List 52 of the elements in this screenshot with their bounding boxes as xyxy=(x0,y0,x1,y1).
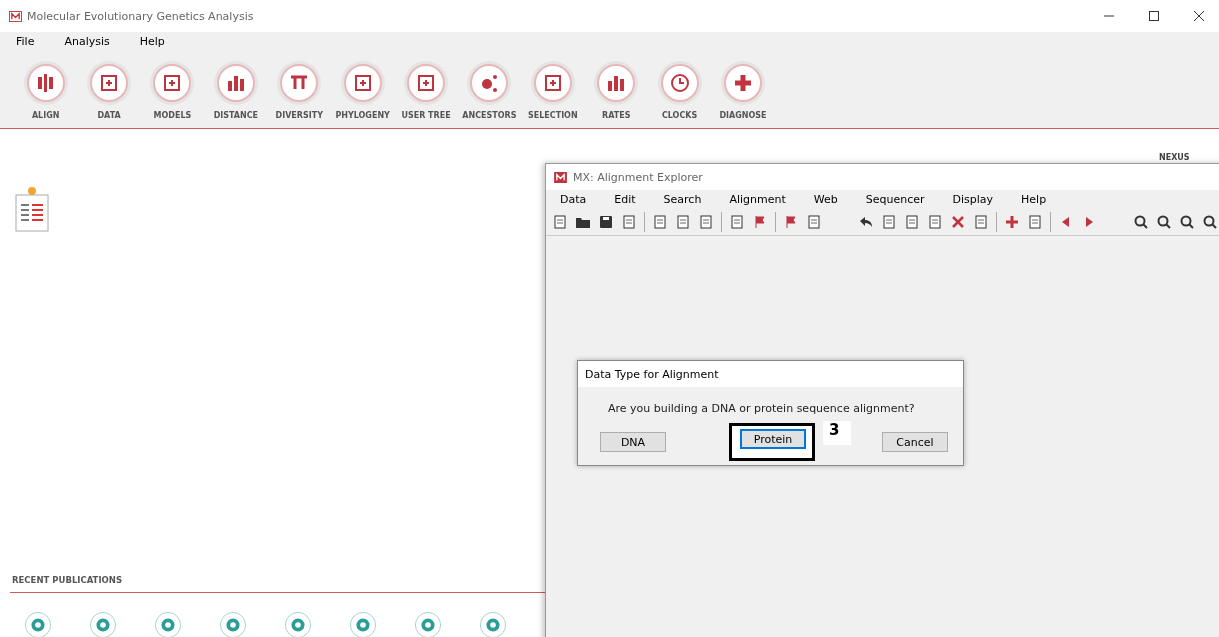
plus-icon xyxy=(720,60,766,106)
menu-item[interactable]: Alignment xyxy=(715,193,800,206)
menu-item[interactable]: Display xyxy=(938,193,1008,206)
search-icon[interactable] xyxy=(1133,214,1149,230)
toolbar-button[interactable]: PHYLOGENY xyxy=(330,60,395,120)
menu-item[interactable]: Data xyxy=(546,193,601,206)
dialog-button[interactable]: Protein xyxy=(740,429,806,449)
toolbar-button[interactable]: DISTANCE xyxy=(204,60,268,120)
step-number: 3 xyxy=(823,421,852,445)
clock-icon xyxy=(656,60,703,106)
toolbar-button[interactable]: RATES xyxy=(584,60,648,120)
dialog-message: Are you building a DNA or protein sequence alignment? xyxy=(607,402,916,415)
toolbar-button[interactable]: MODELS xyxy=(140,60,205,120)
nexus-label: NEXUS xyxy=(1159,153,1190,162)
toolbar-button[interactable]: ANCESTORS xyxy=(457,60,522,120)
toolbar-button[interactable]: ALIGN xyxy=(14,60,78,120)
bar-chart-icon xyxy=(593,60,640,106)
toolbar-button[interactable]: USER TREE xyxy=(394,60,458,120)
toolbar-button[interactable]: DIVERSITY xyxy=(267,60,331,120)
window-title: MX: Alignment Explorer xyxy=(573,170,703,184)
menu-item[interactable]: Web xyxy=(799,193,852,206)
close-icon[interactable] xyxy=(1193,10,1205,22)
menu-item[interactable]: Help xyxy=(1007,193,1061,206)
window-title: Molecular Evolutionary Genetics Analysis xyxy=(27,9,254,23)
dialog-button[interactable]: Cancel xyxy=(882,432,948,452)
flag-icon[interactable] xyxy=(783,214,799,230)
new-file-icon[interactable] xyxy=(552,214,568,230)
app-logo-icon xyxy=(9,10,22,22)
document-icon[interactable] xyxy=(652,214,668,230)
plus-icon[interactable] xyxy=(1004,214,1020,230)
pi-icon xyxy=(276,60,323,106)
menu-item[interactable]: Search xyxy=(649,193,716,206)
menu-item[interactable]: Sequencer xyxy=(851,193,939,206)
maximize-icon[interactable] xyxy=(1148,10,1160,22)
app-logo-icon xyxy=(554,171,567,183)
section-heading: RECENT PUBLICATIONS xyxy=(12,575,123,585)
menu-item[interactable]: Help xyxy=(139,34,165,48)
toolbar-button[interactable]: SELECTION xyxy=(521,60,585,120)
menu-item[interactable]: File xyxy=(16,34,35,48)
search-icon[interactable] xyxy=(1179,214,1195,230)
dialog-title: Data Type for Alignment xyxy=(585,367,719,381)
search-icon[interactable] xyxy=(1202,214,1218,230)
menu-item[interactable]: Analysis xyxy=(64,34,110,48)
toolbar-button[interactable]: DIAGNOSE xyxy=(711,60,775,120)
search-icon[interactable] xyxy=(1156,214,1172,230)
node-icon xyxy=(466,60,513,106)
toolbar-button[interactable]: CLOCKS xyxy=(647,60,712,120)
dialog-button[interactable]: DNA xyxy=(600,432,666,452)
toolbar-button[interactable]: DATA xyxy=(77,60,141,120)
menu-item[interactable]: Edit xyxy=(600,193,650,206)
bar-chart-icon xyxy=(212,60,259,106)
save-icon[interactable] xyxy=(598,214,614,230)
